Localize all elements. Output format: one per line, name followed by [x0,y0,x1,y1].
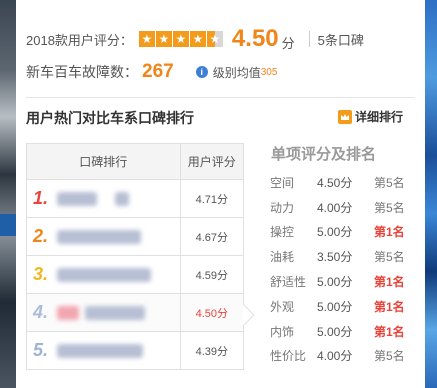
table-row[interactable]: 3. 4.59分 [26,255,245,294]
star-icon: ★ [172,31,189,47]
item-score: 5.00分 [317,299,353,314]
pointer-arrow-icon [243,304,255,326]
item-rank: 第1名 [374,275,405,290]
left-blue-tab [0,214,16,236]
item-rank: 第1名 [374,225,405,240]
row-score: 4.59分 [179,255,245,294]
item-name: 空间 [270,175,295,190]
list-item: 动力 4.00分 第5名 [270,195,414,220]
rating-score: 4.50 [231,25,279,52]
detail-ranking-link[interactable]: 详细排行 [338,108,403,125]
row-score: 4.67分 [179,217,245,256]
average-value: 305 [260,66,278,78]
list-item: 内饰 5.00分 第1名 [270,319,414,344]
blurred-name [57,267,151,282]
list-item: 空间 4.50分 第5名 [270,170,414,195]
half-star-icon: ★ [206,31,223,47]
average-label: 级别均值 [212,65,261,80]
table-row[interactable]: 4. 4.50分 [26,293,245,332]
header-user-score: 用户评分 [179,143,245,180]
item-score: 5.00分 [317,225,353,240]
blurred-name [57,305,79,320]
item-name: 舒适性 [270,275,307,290]
rank-number: 1. [33,188,49,208]
item-name: 油耗 [270,250,295,265]
item-score: 4.00分 [317,349,353,364]
right-background-strip [425,0,437,388]
star-icon: ★ [138,31,155,47]
item-rank: 第1名 [374,324,405,339]
info-icon[interactable]: i [195,66,208,78]
blurred-name [57,229,141,244]
fault-row: 新车百车故障数： 267 i 级别均值 305 [26,58,277,86]
blurred-name [115,191,129,206]
item-name: 性价比 [270,349,307,364]
divider [26,97,415,98]
detail-ranking-label: 详细排行 [355,110,404,124]
left-background-strip [0,0,16,388]
row-score: 4.39分 [179,331,245,370]
item-rank: 第5名 [374,175,405,190]
item-score: 4.50分 [317,175,353,190]
item-rank: 第5名 [374,250,405,265]
list-item: 性价比 4.00分 第5名 [270,344,414,369]
item-name: 内饰 [270,324,295,339]
single-score-list: 空间 4.50分 第5名 动力 4.00分 第5名 操控 5.00分 第1名 油… [270,170,414,368]
item-name: 动力 [270,200,295,215]
item-name: 操控 [270,225,295,240]
rank-number: 4. [33,302,49,322]
rank-number: 3. [33,264,49,284]
rating-unit: 分 [281,35,295,51]
section-title: 用户热门对比车系口碑排行 [26,110,194,126]
fault-value: 267 [142,61,174,82]
blurred-name [85,305,145,320]
rank-number: 2. [33,226,49,246]
item-rank: 第5名 [374,349,405,364]
review-panel: 2018款用户评分： ★ ★ ★ ★ ★ 4.50 分 5条口碑 新车百车故障数… [16,0,425,388]
item-rank: 第1名 [374,299,405,314]
row-score: 4.71分 [179,179,245,218]
crown-icon [338,109,352,124]
star-rating: ★ ★ ★ ★ ★ [138,31,224,47]
table-row[interactable]: 2. 4.67分 [26,217,245,256]
blurred-name [57,343,143,358]
list-item: 油耗 3.50分 第5名 [270,244,414,269]
rank-number: 5. [33,340,49,360]
separator [308,31,310,47]
ranking-table: 口碑排行 用户评分 1. 4.71分 2. 4.67分 3. 4.59分 4. … [26,143,245,370]
list-item: 外观 5.00分 第1名 [270,294,414,319]
item-rank: 第5名 [374,200,405,215]
fault-label: 新车百车故障数： [26,64,138,80]
row-score: 4.50分 [179,293,245,332]
item-score: 4.00分 [317,200,353,215]
star-icon: ★ [189,31,206,47]
star-icon: ★ [155,31,172,47]
header-ranking: 口碑排行 [26,143,181,180]
review-count-link[interactable]: 5条口碑 [318,30,364,49]
blurred-name [57,191,97,206]
list-item: 舒适性 5.00分 第1名 [270,269,414,294]
item-score: 5.00分 [317,275,353,290]
rating-row: 2018款用户评分： ★ ★ ★ ★ ★ 4.50 分 5条口碑 [26,24,364,54]
item-score: 3.50分 [317,250,353,265]
single-score-title: 单项评分及排名 [271,146,377,163]
list-item: 操控 5.00分 第1名 [270,220,414,245]
item-score: 5.00分 [317,324,353,339]
table-row[interactable]: 5. 4.39分 [26,331,245,370]
item-name: 外观 [270,299,295,314]
table-row[interactable]: 1. 4.71分 [26,179,245,218]
rating-label: 2018款用户评分： [26,32,133,48]
